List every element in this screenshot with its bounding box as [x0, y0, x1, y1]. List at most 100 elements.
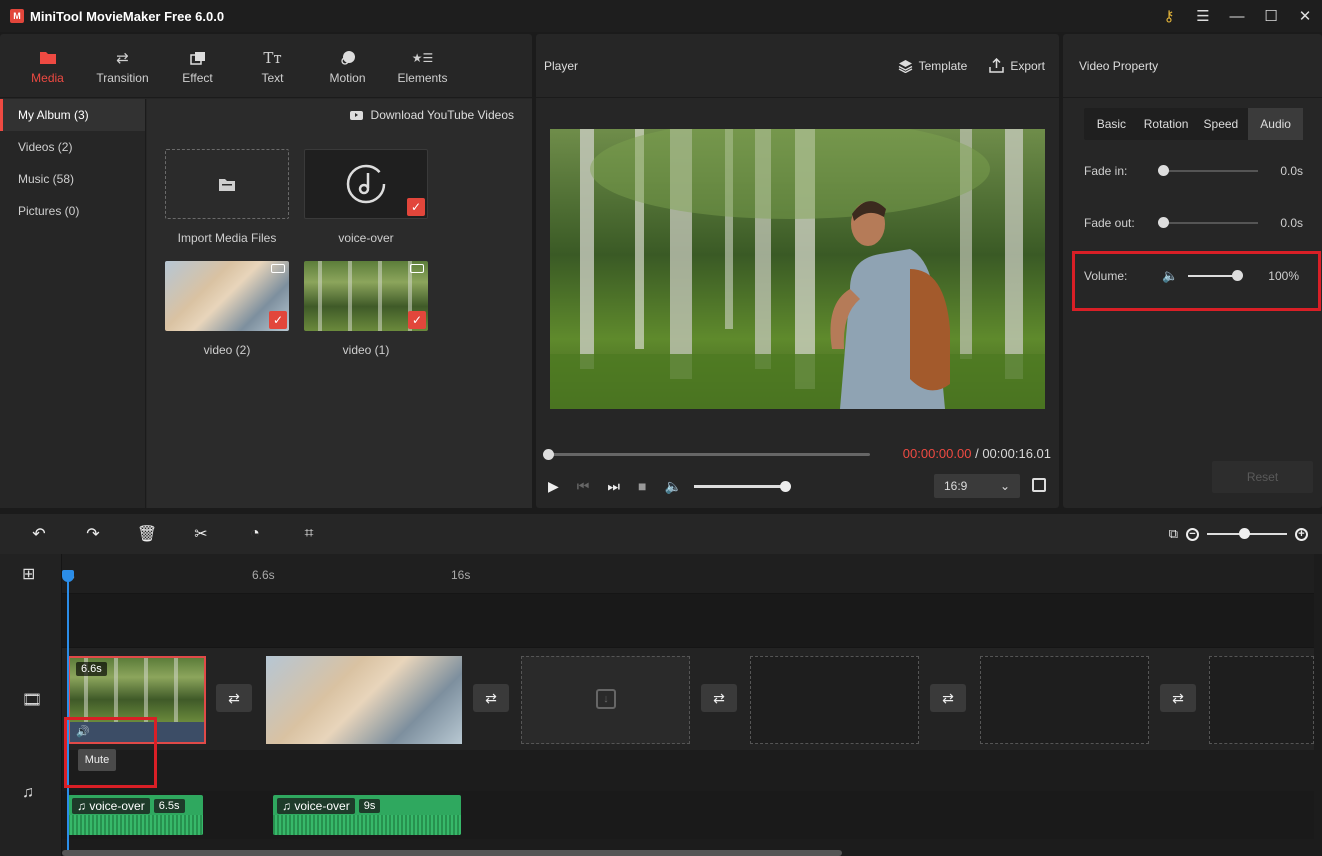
transition-slot[interactable]: ⇄	[473, 684, 509, 712]
media-library: Download YouTube Videos Import Media Fil…	[147, 99, 532, 508]
reset-button[interactable]: Reset	[1212, 461, 1313, 493]
media-item-label: Import Media Files	[177, 231, 277, 245]
tab-transition[interactable]: ⇄ Transition	[85, 34, 160, 97]
total-time: / 00:00:16.01	[975, 446, 1051, 461]
fade-out-knob[interactable]	[1158, 217, 1169, 228]
audio-clip-name-text: voice-over	[294, 799, 350, 813]
add-track-icon[interactable]: ⊞	[22, 564, 35, 584]
tab-label: Motion	[329, 70, 366, 85]
media-item-voice-over[interactable]: ✓ voice-over	[304, 149, 428, 245]
tab-elements[interactable]: ★☰ Elements	[385, 34, 460, 97]
app-logo-icon: M	[10, 9, 24, 23]
download-youtube-button[interactable]: Download YouTube Videos	[349, 108, 514, 122]
minimize-button[interactable]: —	[1220, 0, 1254, 32]
album-sidebar: My Album (3) Videos (2) Music (58) Pictu…	[0, 99, 146, 508]
fade-out-row: Fade out: 0.0s	[1084, 216, 1303, 230]
volume-slider[interactable]	[693, 480, 791, 492]
fade-in-slider[interactable]	[1158, 165, 1258, 176]
tab-speed[interactable]: Speed	[1194, 108, 1249, 140]
tab-motion[interactable]: Motion	[310, 34, 385, 97]
zoom-slider[interactable]	[1207, 528, 1287, 539]
fade-out-slider[interactable]	[1158, 217, 1258, 228]
transition-slot[interactable]: ⇄	[1160, 684, 1196, 712]
swap-icon: ⇄	[485, 689, 497, 706]
added-check-icon: ✓	[269, 311, 287, 329]
motion-icon	[340, 47, 356, 69]
fade-in-knob[interactable]	[1158, 165, 1169, 176]
added-check-icon: ✓	[407, 198, 425, 216]
speed-icon[interactable]: ◔	[228, 525, 282, 543]
import-media-tile[interactable]	[165, 149, 289, 219]
playhead[interactable]	[62, 570, 74, 856]
key-icon[interactable]: ⚷	[1152, 0, 1186, 32]
media-item-import[interactable]: Import Media Files	[165, 149, 289, 245]
volume-highlight-box	[1072, 251, 1321, 311]
play-icon[interactable]: ▶	[548, 478, 559, 495]
fade-out-label: Fade out:	[1084, 216, 1135, 230]
transition-slot[interactable]: ⇄	[930, 684, 966, 712]
previous-frame-icon[interactable]: ⏮	[577, 478, 590, 495]
fade-in-row: Fade in: 0.0s	[1084, 164, 1303, 178]
sidebar-item-pictures[interactable]: Pictures (0)	[0, 195, 145, 227]
fit-timeline-icon[interactable]: ⧉	[1169, 526, 1178, 542]
empty-slot[interactable]	[750, 656, 919, 744]
tab-effect[interactable]: Effect	[160, 34, 235, 97]
clip-duration: 6.6s	[76, 662, 107, 676]
video-2-thumbnail[interactable]: ✓	[165, 261, 289, 331]
export-button[interactable]: Export	[989, 58, 1045, 73]
redo-icon[interactable]: ↷	[66, 524, 120, 544]
crop-icon[interactable]: ⌗	[282, 525, 336, 543]
sidebar-item-videos[interactable]: Videos (2)	[0, 131, 145, 163]
export-icon	[989, 58, 1005, 73]
seek-bar[interactable]	[543, 449, 870, 460]
zoom-out-icon[interactable]: −	[1186, 527, 1199, 541]
audio-clip-duration: 6.5s	[153, 799, 185, 813]
fullscreen-icon[interactable]	[1032, 478, 1046, 492]
horizontal-scrollbar[interactable]	[62, 850, 842, 856]
tab-media[interactable]: Media	[10, 34, 85, 97]
sidebar-item-my-album[interactable]: My Album (3)	[0, 99, 145, 131]
next-frame-icon[interactable]: ⏭	[607, 478, 620, 495]
fade-in-value: 0.0s	[1280, 164, 1303, 178]
preview-frame	[550, 129, 1045, 409]
time-ruler[interactable]: 0s 6.6s 16s	[62, 554, 1314, 594]
aspect-ratio-select[interactable]: 16:9 ⌄	[934, 474, 1020, 498]
tab-audio[interactable]: Audio	[1248, 108, 1303, 140]
media-item-video-2[interactable]: ✓ video (2)	[165, 261, 289, 357]
tab-label: Effect	[182, 70, 213, 85]
empty-slot[interactable]	[980, 656, 1149, 744]
audio-clip[interactable]: ♫ voice-over 9s	[273, 795, 461, 835]
tab-rotation[interactable]: Rotation	[1139, 108, 1194, 140]
tab-label: Transition	[96, 70, 149, 85]
transition-slot[interactable]: ⇄	[216, 684, 252, 712]
maximize-button[interactable]: ☐	[1254, 0, 1288, 32]
tab-text[interactable]: Tт Text	[235, 34, 310, 97]
import-folder-icon	[219, 178, 235, 191]
drop-placeholder[interactable]: ↓	[521, 656, 690, 744]
fade-in-label: Fade in:	[1084, 164, 1128, 178]
speaker-icon[interactable]: 🔈	[664, 478, 681, 495]
added-check-icon: ✓	[408, 311, 426, 329]
sidebar-item-music[interactable]: Music (58)	[0, 163, 145, 195]
video-1-thumbnail[interactable]: ✓	[304, 261, 428, 331]
media-item-video-1[interactable]: ✓ video (1)	[304, 261, 428, 357]
close-button[interactable]: ✕	[1288, 0, 1322, 32]
split-icon[interactable]: ✂	[174, 524, 228, 544]
transition-slot[interactable]: ⇄	[701, 684, 737, 712]
tab-basic[interactable]: Basic	[1084, 108, 1139, 140]
fade-out-value: 0.0s	[1280, 216, 1303, 230]
undo-icon[interactable]: ↶	[12, 524, 66, 544]
zoom-in-icon[interactable]: +	[1295, 527, 1308, 541]
video-clip-2[interactable]	[266, 656, 462, 744]
property-title: Video Property	[1063, 34, 1322, 98]
empty-slot[interactable]	[1209, 656, 1314, 744]
menu-icon[interactable]: ☰	[1186, 0, 1220, 32]
template-button[interactable]: Template	[898, 58, 967, 73]
voice-over-thumbnail[interactable]: ✓	[304, 149, 428, 219]
audio-clip[interactable]: ♫ voice-over 6.5s	[68, 795, 203, 835]
delete-icon[interactable]: 🗑	[120, 524, 174, 544]
video-camera-icon	[271, 264, 285, 273]
stop-icon[interactable]: ■	[638, 478, 646, 494]
audio-waveform	[273, 815, 461, 835]
video-camera-icon	[410, 264, 424, 273]
